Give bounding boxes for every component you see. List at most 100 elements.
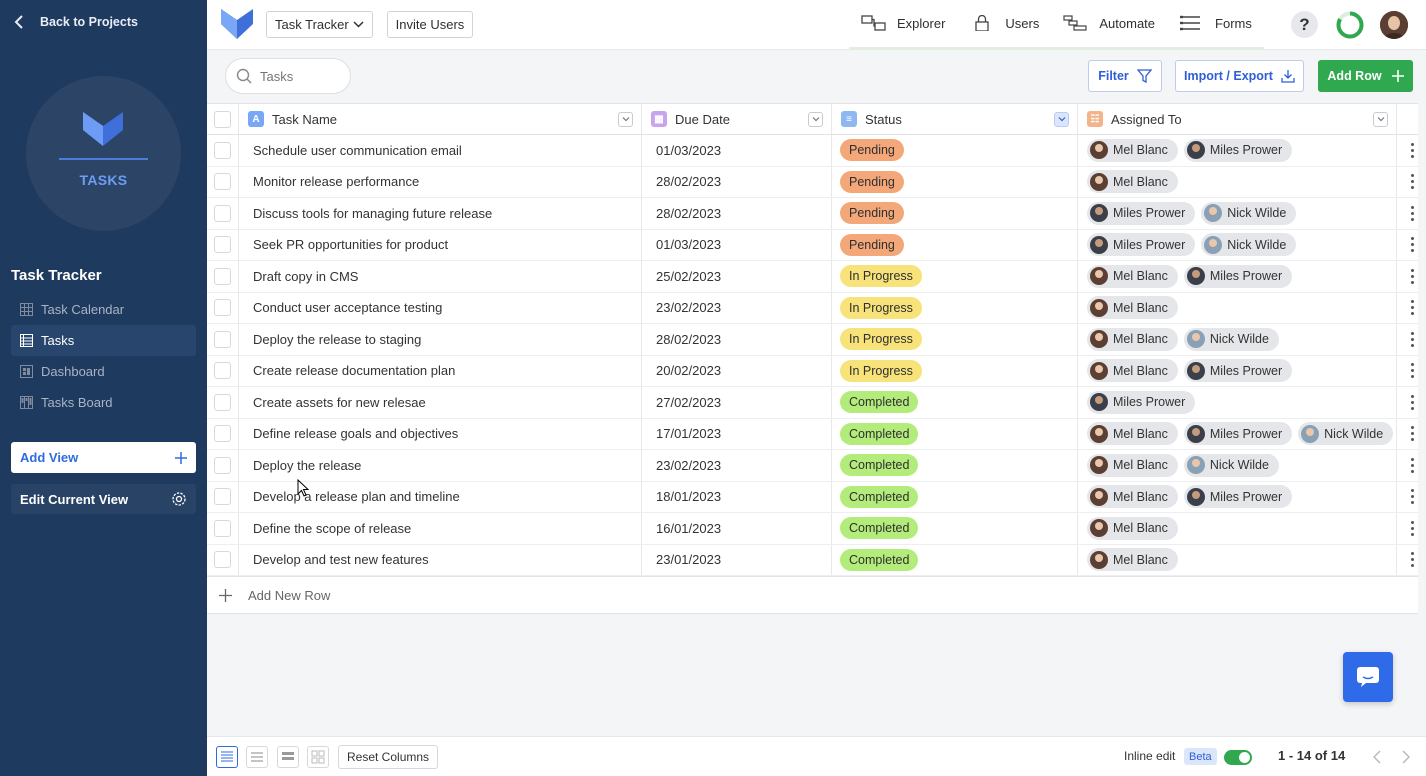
prev-page-button[interactable] — [1369, 748, 1385, 766]
column-menu-button[interactable] — [1054, 111, 1069, 127]
table-row[interactable]: Discuss tools for managing future releas… — [207, 198, 1418, 230]
due-date-cell[interactable]: 01/03/2023 — [642, 229, 832, 260]
sidebar-item-tasks-board[interactable]: Tasks Board — [11, 387, 196, 418]
row-checkbox[interactable] — [214, 267, 231, 285]
row-checkbox[interactable] — [214, 141, 231, 159]
assigned-to-cell[interactable]: Miles Prower — [1078, 387, 1397, 418]
assignee-chip[interactable]: Mel Blanc — [1087, 138, 1178, 162]
row-checkbox[interactable] — [214, 519, 231, 537]
task-name-cell[interactable]: Conduct user acceptance testing — [239, 292, 642, 323]
filter-button[interactable]: Filter — [1088, 60, 1162, 92]
table-row[interactable]: Conduct user acceptance testing 23/02/202… — [207, 292, 1418, 324]
assignee-chip[interactable]: Nick Wilde — [1183, 453, 1279, 477]
due-date-cell[interactable]: 28/02/2023 — [642, 324, 832, 355]
assigned-to-cell[interactable]: Mel Blanc Nick Wilde — [1078, 450, 1397, 481]
column-header-assigned-to[interactable]: ☷ Assigned To — [1078, 104, 1397, 134]
add-new-row-button[interactable]: Add New Row — [207, 576, 1418, 613]
task-name-cell[interactable]: Seek PR opportunities for product — [239, 229, 642, 260]
row-checkbox[interactable] — [214, 204, 231, 222]
status-cell[interactable]: Pending — [832, 229, 1078, 260]
task-name-cell[interactable]: Create release documentation plan — [239, 355, 642, 386]
assignee-chip[interactable]: Mel Blanc — [1087, 264, 1178, 288]
add-view-button[interactable]: Add View — [11, 442, 196, 473]
assignee-chip[interactable]: Mel Blanc — [1087, 453, 1178, 477]
table-row[interactable]: Define release goals and objectives 17/01… — [207, 418, 1418, 450]
assignee-chip[interactable]: Nick Wilde — [1183, 327, 1279, 351]
row-menu-button[interactable] — [1397, 545, 1418, 576]
column-header-task-name[interactable]: A Task Name — [239, 104, 642, 134]
due-date-cell[interactable]: 18/01/2023 — [642, 481, 832, 512]
assignee-chip[interactable]: Mel Blanc — [1087, 296, 1178, 320]
due-date-cell[interactable]: 20/02/2023 — [642, 355, 832, 386]
due-date-cell[interactable]: 25/02/2023 — [642, 261, 832, 292]
assigned-to-cell[interactable]: Mel Blanc Miles Prower — [1078, 261, 1397, 292]
assigned-to-cell[interactable]: Mel Blanc Miles Prower Nick Wilde — [1078, 418, 1397, 449]
assignee-chip[interactable]: Nick Wilde — [1201, 233, 1297, 257]
column-header-status[interactable]: ≡ Status — [832, 104, 1078, 134]
density-default-button[interactable] — [246, 746, 268, 768]
table-row[interactable]: Monitor release performance 28/02/2023 Pen… — [207, 166, 1418, 198]
sidebar-item-dashboard[interactable]: Dashboard — [11, 356, 196, 387]
table-row[interactable]: Deploy the release to staging 28/02/2023 I… — [207, 324, 1418, 356]
task-name-cell[interactable]: Deploy the release to staging — [239, 324, 642, 355]
status-cell[interactable]: Completed — [832, 450, 1078, 481]
row-checkbox[interactable] — [214, 362, 231, 380]
edit-current-view-button[interactable]: Edit Current View — [11, 484, 196, 514]
assignee-chip[interactable]: Miles Prower — [1087, 201, 1196, 225]
assignee-chip[interactable]: Mel Blanc — [1087, 485, 1178, 509]
assigned-to-cell[interactable]: Mel Blanc — [1078, 513, 1397, 544]
due-date-cell[interactable]: 23/02/2023 — [642, 292, 832, 323]
status-cell[interactable]: Completed — [832, 418, 1078, 449]
row-checkbox[interactable] — [214, 173, 231, 191]
help-button[interactable]: ? — [1291, 11, 1318, 38]
due-date-cell[interactable]: 27/02/2023 — [642, 387, 832, 418]
density-compact-button[interactable] — [216, 746, 238, 768]
due-date-cell[interactable]: 23/01/2023 — [642, 544, 832, 575]
reset-columns-button[interactable]: Reset Columns — [338, 745, 439, 769]
density-comfortable-button[interactable] — [277, 746, 299, 768]
table-row[interactable]: Develop a release plan and timeline 18/01… — [207, 481, 1418, 513]
table-row[interactable]: Define the scope of release 16/01/2023 Com… — [207, 513, 1418, 545]
due-date-cell[interactable]: 28/02/2023 — [642, 166, 832, 197]
task-name-cell[interactable]: Create assets for new relesae — [239, 387, 642, 418]
status-cell[interactable]: Completed — [832, 481, 1078, 512]
assigned-to-cell[interactable]: Mel Blanc Miles Prower — [1078, 355, 1397, 386]
grid-view-button[interactable] — [307, 746, 329, 768]
row-menu-button[interactable] — [1397, 198, 1418, 229]
row-menu-button[interactable] — [1397, 167, 1418, 198]
status-cell[interactable]: Pending — [832, 198, 1078, 229]
assigned-to-cell[interactable]: Mel Blanc — [1078, 544, 1397, 575]
assigned-to-cell[interactable]: Mel Blanc Miles Prower — [1078, 481, 1397, 512]
row-menu-button[interactable] — [1397, 324, 1418, 355]
assignee-chip[interactable]: Mel Blanc — [1087, 548, 1178, 572]
tab-automate[interactable]: Automate — [1051, 0, 1167, 46]
inline-edit-toggle[interactable] — [1224, 750, 1252, 765]
table-row[interactable]: Create release documentation plan 20/02/2… — [207, 355, 1418, 387]
row-menu-button[interactable] — [1397, 513, 1418, 544]
assignee-chip[interactable]: Mel Blanc — [1087, 359, 1178, 383]
row-menu-button[interactable] — [1397, 293, 1418, 324]
row-checkbox[interactable] — [214, 393, 231, 411]
column-menu-button[interactable] — [808, 111, 823, 127]
due-date-cell[interactable]: 28/02/2023 — [642, 198, 832, 229]
chat-support-button[interactable] — [1343, 652, 1393, 702]
status-cell[interactable]: In Progress — [832, 261, 1078, 292]
row-checkbox[interactable] — [214, 299, 231, 317]
search-box[interactable] — [225, 58, 351, 94]
import-export-button[interactable]: Import / Export — [1175, 60, 1304, 92]
row-menu-button[interactable] — [1397, 482, 1418, 513]
assigned-to-cell[interactable]: Mel Blanc Miles Prower — [1078, 135, 1397, 166]
select-all-checkbox[interactable] — [214, 110, 231, 128]
add-row-button[interactable]: Add Row — [1318, 60, 1413, 92]
assigned-to-cell[interactable]: Mel Blanc — [1078, 166, 1397, 197]
search-input[interactable] — [260, 68, 340, 84]
row-checkbox[interactable] — [214, 236, 231, 254]
status-cell[interactable]: Completed — [832, 544, 1078, 575]
progress-ring-icon[interactable] — [1335, 10, 1365, 40]
table-row[interactable]: Schedule user communication email 01/03/2… — [207, 135, 1418, 167]
assignee-chip[interactable]: Nick Wilde — [1201, 201, 1297, 225]
tab-forms[interactable]: Forms — [1167, 0, 1264, 46]
app-logo-icon[interactable] — [221, 9, 253, 39]
row-menu-button[interactable] — [1397, 356, 1418, 387]
table-row[interactable]: Draft copy in CMS 25/02/2023 In Progress Me… — [207, 261, 1418, 293]
